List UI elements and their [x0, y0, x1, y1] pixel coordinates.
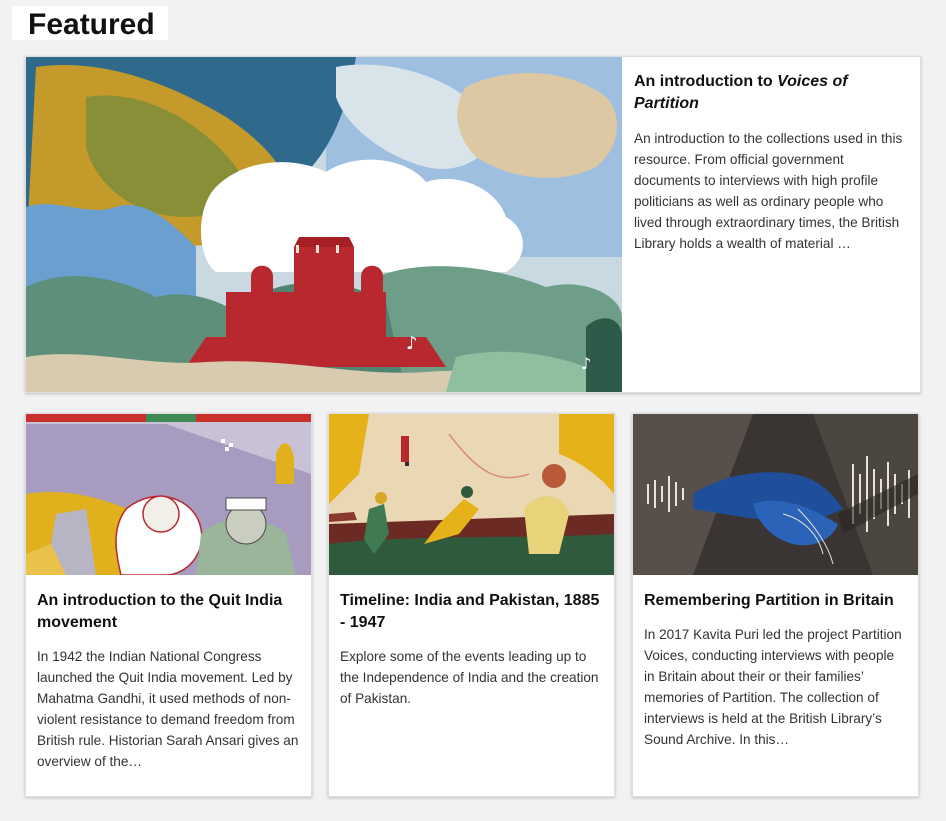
card-timeline[interactable]: Timeline: India and Pakistan, 1885 - 194…	[328, 413, 615, 797]
card-remembering-partition-image[interactable]	[633, 414, 918, 575]
card-quit-india-title[interactable]: An introduction to the Quit India moveme…	[37, 590, 299, 634]
svg-text:♪: ♪	[406, 333, 418, 354]
section-heading: Featured	[28, 8, 155, 41]
featured-description: An introduction to the collections used …	[634, 131, 903, 251]
red-fort-illustration-icon: ♪ ♪	[26, 57, 622, 392]
card-remembering-partition-title[interactable]: Remembering Partition in Britain	[644, 590, 906, 612]
card-quit-india-description: In 1942 the Indian National Congress lau…	[37, 649, 299, 769]
gandhi-nehru-illustration-icon	[26, 414, 311, 575]
card-remembering-partition[interactable]: Remembering Partition in Britain In 2017…	[632, 413, 919, 797]
card-quit-india[interactable]: An introduction to the Quit India moveme…	[25, 413, 312, 797]
featured-title[interactable]: An introduction to Voices of Partition	[634, 71, 906, 115]
card-remembering-partition-text: Remembering Partition in Britain In 2017…	[644, 590, 906, 750]
svg-text:♪: ♪	[581, 354, 591, 373]
card-remembering-partition-description: In 2017 Kavita Puri led the project Part…	[644, 627, 902, 747]
card-timeline-text: Timeline: India and Pakistan, 1885 - 194…	[340, 590, 602, 709]
holding-hands-soundwave-illustration-icon	[633, 414, 918, 575]
featured-card[interactable]: ♪ ♪ An introduction to Voices of Partiti…	[25, 56, 921, 393]
card-quit-india-text: An introduction to the Quit India moveme…	[37, 590, 299, 772]
running-figures-illustration-icon	[329, 414, 614, 575]
card-timeline-title[interactable]: Timeline: India and Pakistan, 1885 - 194…	[340, 590, 602, 634]
card-timeline-image[interactable]	[329, 414, 614, 575]
featured-title-prefix: An introduction to	[634, 73, 778, 90]
featured-text: An introduction to Voices of Partition A…	[634, 71, 906, 254]
card-timeline-description: Explore some of the events leading up to…	[340, 649, 599, 706]
card-quit-india-image[interactable]	[26, 414, 311, 575]
featured-image[interactable]: ♪ ♪	[26, 57, 622, 392]
